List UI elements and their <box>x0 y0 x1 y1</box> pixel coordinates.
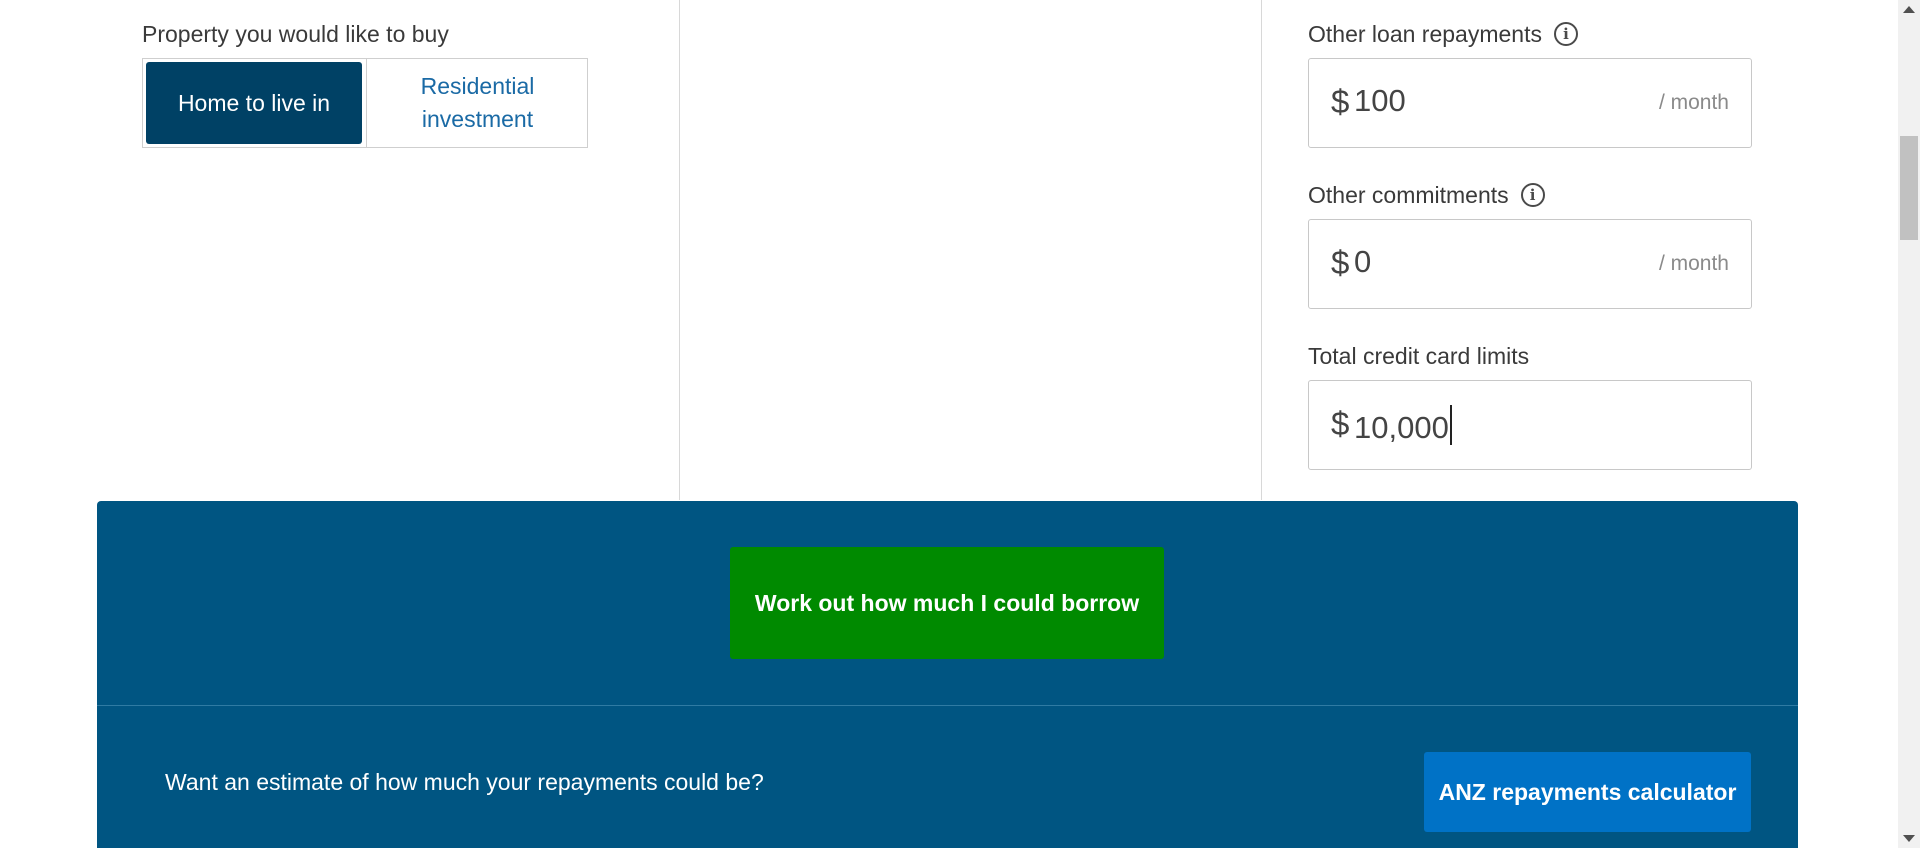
repayments-calculator-button[interactable]: ANZ repayments calculator <box>1424 752 1751 832</box>
scroll-up-icon[interactable] <box>1903 6 1915 13</box>
other-commitments-label-text: Other commitments <box>1308 182 1509 208</box>
other-loan-repayments-input[interactable]: $ 100 / month <box>1308 58 1752 148</box>
column-divider-right <box>1261 0 1262 500</box>
credit-card-limits-value: 10,000 <box>1354 410 1449 445</box>
home-to-live-in-option[interactable]: Home to live in <box>146 62 362 144</box>
currency-symbol: $ <box>1331 83 1350 120</box>
borrow-panel: Work out how much I could borrow Want an… <box>97 501 1798 848</box>
residential-investment-option[interactable]: Residential investment <box>366 59 588 147</box>
credit-card-limits-input[interactable]: $ 10,000 <box>1308 380 1752 470</box>
per-month-unit: / month <box>1658 252 1729 275</box>
work-out-borrow-button[interactable]: Work out how much I could borrow <box>730 547 1164 659</box>
text-caret <box>1449 405 1452 445</box>
property-type-toggle: Home to live in Residential investment <box>142 58 588 148</box>
other-commitments-value: 0 <box>1354 244 1372 279</box>
currency-symbol: $ <box>1331 405 1350 442</box>
other-commitments-label: Other commitments i <box>1308 182 1545 209</box>
panel-divider <box>97 705 1798 706</box>
info-icon[interactable]: i <box>1520 183 1545 207</box>
repayments-prompt: Want an estimate of how much your repaym… <box>165 769 764 795</box>
vertical-scrollbar[interactable] <box>1898 0 1920 848</box>
info-icon[interactable]: i <box>1553 22 1578 46</box>
scrollbar-thumb[interactable] <box>1900 136 1918 240</box>
other-loan-repayments-label: Other loan repayments i <box>1308 21 1578 48</box>
credit-card-limits-label: Total credit card limits <box>1308 343 1530 369</box>
other-loan-repayments-label-text: Other loan repayments <box>1308 21 1542 47</box>
per-month-unit: / month <box>1658 91 1729 114</box>
credit-card-limits-value-wrap: 10,000 <box>1354 405 1452 446</box>
column-divider-left <box>679 0 680 500</box>
other-loan-repayments-value: 100 <box>1354 83 1406 118</box>
currency-symbol: $ <box>1331 244 1350 281</box>
property-type-label: Property you would like to buy <box>142 21 449 47</box>
scroll-down-icon[interactable] <box>1903 835 1915 842</box>
other-commitments-input[interactable]: $ 0 / month <box>1308 219 1752 309</box>
